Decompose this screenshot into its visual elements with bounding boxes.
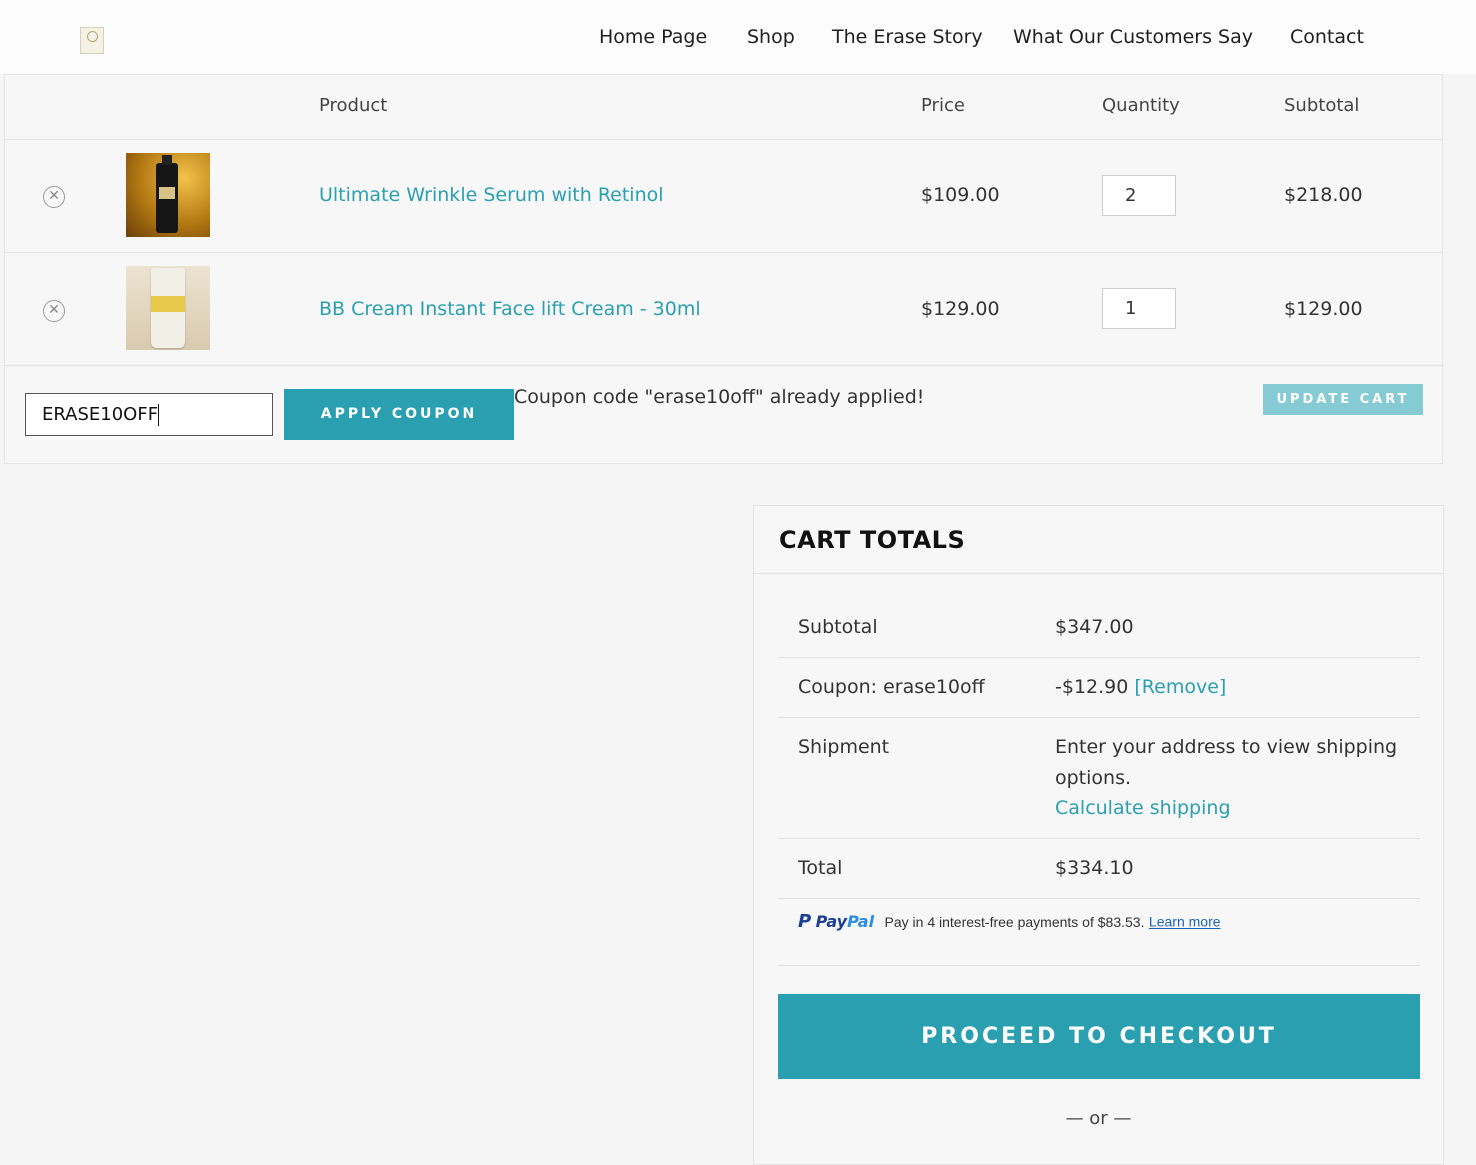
nav-customers-say[interactable]: What Our Customers Say <box>1013 26 1253 48</box>
paypal-learn-more-link[interactable]: Learn more <box>1149 914 1221 930</box>
site-header: Home Page Shop The Erase Story What Our … <box>0 0 1476 74</box>
divider <box>778 838 1420 839</box>
cart-row: ✕ Ultimate Wrinkle Serum with Retinol $1… <box>5 139 1442 253</box>
coupon-code-value: ERASE10OFF <box>42 404 159 425</box>
paypal-logo: PayPal <box>815 912 875 931</box>
divider <box>778 717 1420 718</box>
product-link[interactable]: Ultimate Wrinkle Serum with Retinol <box>319 184 664 206</box>
coupon-label: Coupon: erase10off <box>798 676 985 698</box>
nav-shop[interactable]: Shop <box>747 26 795 48</box>
proceed-to-checkout-button[interactable]: PROCEED TO CHECKOUT <box>778 994 1420 1079</box>
main-nav: Home Page Shop The Erase Story What Our … <box>0 26 1476 52</box>
update-cart-button[interactable]: UPDATE CART <box>1263 384 1423 415</box>
product-subtotal: $129.00 <box>1284 298 1363 320</box>
nav-contact[interactable]: Contact <box>1290 26 1364 48</box>
coupon-notice: Coupon code "erase10off" already applied… <box>514 386 925 408</box>
shipment-message-line1: Enter your address to view shipping <box>1055 736 1398 758</box>
nav-erase-story[interactable]: The Erase Story <box>832 26 983 48</box>
or-separator: — or — <box>1065 1108 1132 1129</box>
column-header-subtotal: Subtotal <box>1284 95 1360 116</box>
product-thumbnail[interactable] <box>126 153 210 237</box>
divider <box>778 965 1420 966</box>
apply-coupon-button[interactable]: APPLY COUPON <box>284 389 514 440</box>
product-price: $109.00 <box>921 184 1000 206</box>
calculate-shipping-link[interactable]: Calculate shipping <box>1055 797 1231 819</box>
subtotal-value: $347.00 <box>1055 616 1134 638</box>
product-thumbnail[interactable] <box>126 266 210 350</box>
product-price: $129.00 <box>921 298 1000 320</box>
product-subtotal: $218.00 <box>1284 184 1363 206</box>
column-header-quantity: Quantity <box>1102 95 1180 116</box>
product-link[interactable]: BB Cream Instant Face lift Cream - 30ml <box>319 298 701 320</box>
shipment-label: Shipment <box>798 736 890 758</box>
remove-item-button[interactable]: ✕ <box>43 300 65 322</box>
divider <box>778 657 1420 658</box>
cart-table-header: Product Price Quantity Subtotal <box>5 75 1442 140</box>
coupon-code-input[interactable]: ERASE10OFF <box>25 393 273 436</box>
remove-coupon-link[interactable]: [Remove] <box>1134 676 1226 698</box>
coupon-discount-value: -$12.90 <box>1055 676 1129 698</box>
quantity-input[interactable]: 2 <box>1102 175 1176 216</box>
divider <box>778 898 1420 899</box>
total-value: $334.10 <box>1055 857 1134 879</box>
total-label: Total <box>798 857 843 879</box>
quantity-input[interactable]: 1 <box>1102 288 1176 329</box>
column-header-price: Price <box>921 95 965 116</box>
cart-totals-title: CART TOTALS <box>779 526 966 554</box>
paypal-pay-later-message: P PayPal Pay in 4 interest-free payments… <box>798 911 1221 932</box>
paypal-message-text: Pay in 4 interest-free payments of $83.5… <box>884 913 1145 930</box>
remove-item-button[interactable]: ✕ <box>43 186 65 208</box>
coupon-discount: -$12.90 [Remove] <box>1055 676 1226 698</box>
cart-totals: CART TOTALS Subtotal $347.00 Coupon: era… <box>753 505 1444 1165</box>
subtotal-label: Subtotal <box>798 616 878 638</box>
cart-table: Product Price Quantity Subtotal ✕ Ultima… <box>4 74 1443 464</box>
cart-row: ✕ BB Cream Instant Face lift Cream - 30m… <box>5 252 1442 366</box>
column-header-product: Product <box>319 95 388 116</box>
nav-home-page[interactable]: Home Page <box>599 26 707 48</box>
paypal-icon: P <box>798 911 812 932</box>
text-caret <box>158 404 160 426</box>
shipment-message-line2: options. <box>1055 767 1132 789</box>
divider <box>754 573 1443 574</box>
